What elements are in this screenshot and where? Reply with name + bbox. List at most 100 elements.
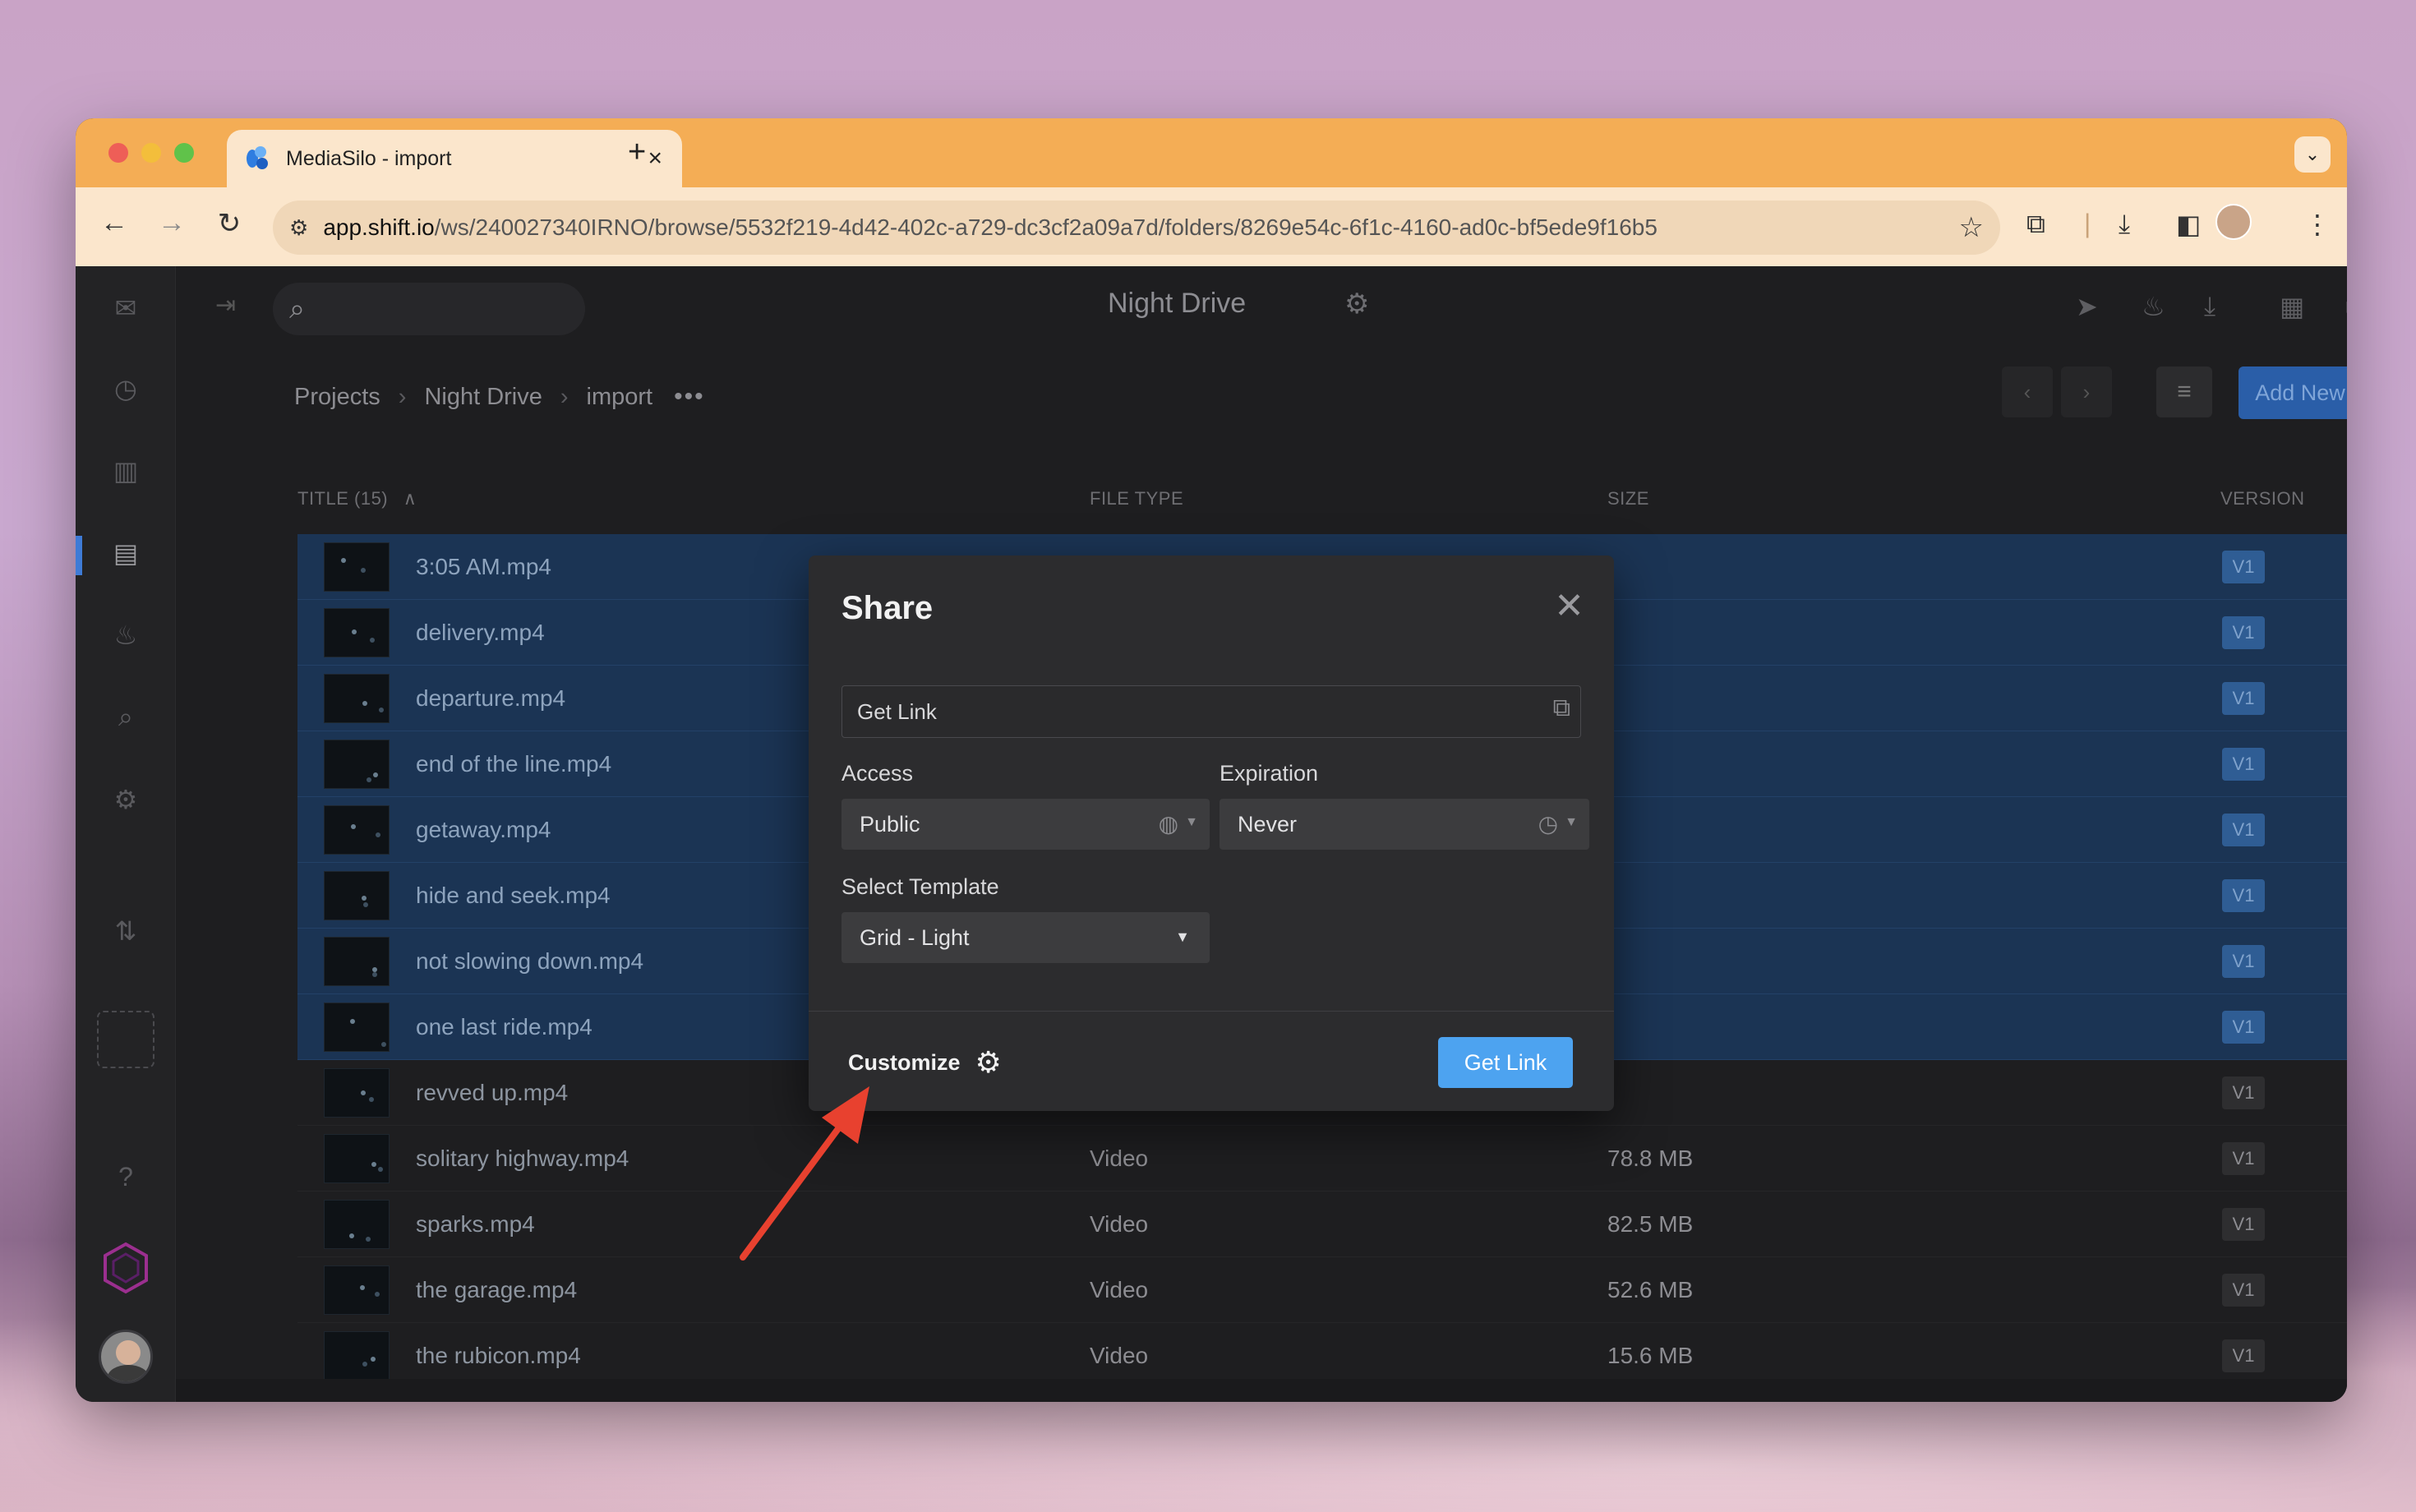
video-thumbnail[interactable]	[324, 1200, 390, 1249]
close-window-button[interactable]	[108, 143, 128, 163]
add-new-button[interactable]: Add New ▼	[2238, 366, 2347, 419]
video-thumbnail[interactable]	[324, 937, 390, 986]
transfer-icon[interactable]: ⇅	[76, 915, 176, 947]
minimize-window-button[interactable]	[141, 143, 161, 163]
version-badge[interactable]: V1	[2222, 748, 2265, 781]
access-select[interactable]: Public ◍ ▼	[841, 799, 1210, 850]
version-badge[interactable]: V1	[2222, 616, 2265, 649]
file-name[interactable]: getaway.mp4	[416, 817, 551, 843]
file-name[interactable]: 3:05 AM.mp4	[416, 554, 551, 580]
flame-icon[interactable]: ♨	[2142, 291, 2165, 322]
breadcrumb-projects[interactable]: Projects	[294, 384, 380, 411]
browser-menu-icon[interactable]: ⋮	[2304, 209, 2331, 240]
version-badge[interactable]: V1	[2222, 1339, 2265, 1372]
file-name[interactable]: solitary highway.mp4	[416, 1146, 629, 1172]
file-name[interactable]: the garage.mp4	[416, 1277, 577, 1303]
maximize-window-button[interactable]	[174, 143, 194, 163]
column-title[interactable]: TITLE (15) ∧	[297, 488, 417, 509]
version-badge[interactable]: V1	[2222, 1011, 2265, 1044]
download-icon[interactable]: ⤓	[2204, 291, 2215, 322]
file-name[interactable]: departure.mp4	[416, 685, 565, 712]
file-name[interactable]: the rubicon.mp4	[416, 1343, 581, 1369]
version-badge[interactable]: V1	[2222, 1076, 2265, 1109]
get-link-button[interactable]: Get Link	[1438, 1037, 1573, 1088]
back-arrow-icon[interactable]: ←	[94, 207, 135, 239]
video-thumbnail[interactable]	[324, 805, 390, 855]
video-thumbnail[interactable]	[324, 1265, 390, 1315]
grid-view-icon[interactable]: ▦	[2280, 291, 2304, 322]
version-badge[interactable]: V1	[2222, 1208, 2265, 1241]
file-name[interactable]: one last ride.mp4	[416, 1014, 592, 1040]
template-select[interactable]: Grid - Light ▼	[841, 912, 1210, 963]
analytics-icon[interactable]: ▥	[76, 455, 176, 486]
version-badge[interactable]: V1	[2222, 1142, 2265, 1175]
settings-gear-icon[interactable]: ⚙	[76, 784, 176, 815]
breadcrumb-folder[interactable]: import	[587, 384, 653, 411]
project-settings-icon[interactable]: ⚙	[1344, 288, 1369, 320]
video-thumbnail[interactable]	[324, 1068, 390, 1118]
breadcrumb-project[interactable]: Night Drive	[424, 384, 542, 411]
user-avatar[interactable]	[99, 1330, 153, 1384]
forward-arrow-icon[interactable]: →	[151, 207, 192, 239]
video-thumbnail[interactable]	[324, 1331, 390, 1381]
collapse-panel-icon[interactable]: ⇤	[2345, 291, 2347, 322]
bookmark-star-icon[interactable]: ☆	[1959, 211, 1984, 244]
table-row[interactable]: sparks.mp4 Video 82.5 MB V1 •••	[297, 1192, 2347, 1257]
prev-page-button[interactable]: ‹	[2002, 366, 2053, 417]
side-panel-icon[interactable]: ◧	[2176, 209, 2201, 240]
version-badge[interactable]: V1	[2222, 551, 2265, 583]
video-thumbnail[interactable]	[324, 871, 390, 920]
video-thumbnail[interactable]	[324, 1003, 390, 1052]
profile-avatar[interactable]	[2215, 204, 2252, 240]
search-icon[interactable]: ⌕	[76, 702, 176, 733]
flame-icon[interactable]: ♨	[76, 620, 176, 651]
column-size[interactable]: SIZE	[1607, 488, 1649, 509]
version-badge[interactable]: V1	[2222, 879, 2265, 912]
customize-button[interactable]: Customize ⚙	[848, 1045, 1002, 1080]
site-settings-icon[interactable]: ⚙	[289, 215, 308, 241]
download-icon[interactable]: ⤓	[2119, 209, 2130, 240]
reload-icon[interactable]: ↻	[209, 207, 250, 240]
file-name[interactable]: hide and seek.mp4	[416, 883, 611, 909]
link-field[interactable]: Get Link ⧉	[841, 685, 1581, 738]
address-bar[interactable]: ⚙ app.shift.io/ws/240027340IRNO/browse/5…	[273, 201, 2000, 255]
video-thumbnail[interactable]	[324, 674, 390, 723]
recent-clock-icon[interactable]: ◷	[76, 373, 176, 404]
version-badge[interactable]: V1	[2222, 945, 2265, 978]
browser-tab[interactable]: MediaSilo - import ×	[227, 130, 682, 187]
close-icon[interactable]: ✕	[1554, 585, 1584, 627]
video-thumbnail[interactable]	[324, 542, 390, 592]
extensions-icon[interactable]: ⧉	[2026, 209, 2045, 240]
next-page-button[interactable]: ›	[2061, 366, 2112, 417]
search-input[interactable]: ⌕	[273, 283, 585, 335]
copy-link-icon[interactable]: ⧉	[1553, 694, 1570, 722]
file-name[interactable]: sparks.mp4	[416, 1211, 535, 1238]
file-name[interactable]: not slowing down.mp4	[416, 948, 643, 975]
help-icon[interactable]: ?	[76, 1162, 176, 1192]
inbox-icon[interactable]: ✉	[76, 293, 176, 324]
more-options-icon[interactable]: •••	[674, 383, 705, 411]
video-thumbnail[interactable]	[324, 608, 390, 657]
file-name[interactable]: delivery.mp4	[416, 620, 545, 646]
video-thumbnail[interactable]	[324, 740, 390, 789]
file-name[interactable]: revved up.mp4	[416, 1080, 568, 1106]
shift-logo-icon[interactable]	[99, 1241, 153, 1295]
expiration-select[interactable]: Never ◷ ▼	[1220, 799, 1589, 850]
send-icon[interactable]: ➤	[2076, 291, 2098, 322]
tab-close-icon[interactable]: ×	[648, 145, 662, 173]
new-tab-icon[interactable]: +	[628, 135, 646, 170]
version-badge[interactable]: V1	[2222, 682, 2265, 715]
column-file-type[interactable]: FILE TYPE	[1090, 488, 1183, 509]
projects-icon[interactable]: ▤	[76, 537, 176, 569]
version-badge[interactable]: V1	[2222, 814, 2265, 846]
video-thumbnail[interactable]	[324, 1134, 390, 1183]
drop-zone[interactable]	[97, 1011, 154, 1068]
tab-search-chevron-icon[interactable]: ⌄	[2294, 136, 2331, 173]
filter-button[interactable]: ≡	[2156, 366, 2212, 417]
version-badge[interactable]: V1	[2222, 1274, 2265, 1307]
column-version[interactable]: VERSION	[2220, 488, 2305, 509]
table-row[interactable]: solitary highway.mp4 Video 78.8 MB V1 ••…	[297, 1126, 2347, 1192]
expand-sidebar-icon[interactable]: ⇥	[215, 291, 236, 320]
table-row[interactable]: the garage.mp4 Video 52.6 MB V1 •••	[297, 1257, 2347, 1323]
file-name[interactable]: end of the line.mp4	[416, 751, 611, 777]
